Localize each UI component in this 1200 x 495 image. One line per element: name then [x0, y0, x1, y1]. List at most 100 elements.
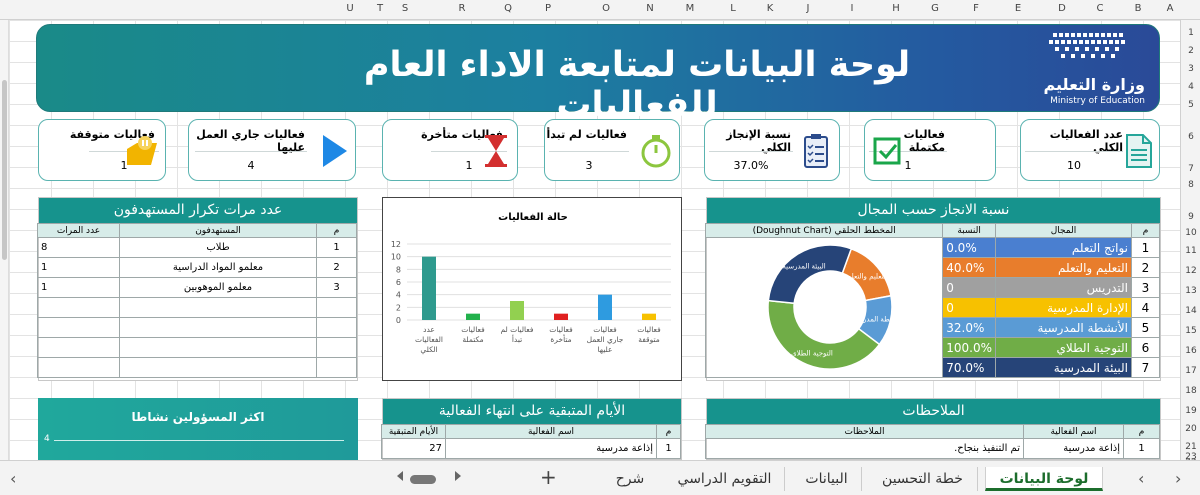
cell-count[interactable]	[37, 337, 120, 358]
cell-m[interactable]	[316, 337, 357, 358]
row-header[interactable]: 13	[1181, 286, 1200, 296]
cell-m[interactable]: 1	[1131, 237, 1160, 258]
row-header[interactable]: 16	[1181, 346, 1200, 356]
column-header[interactable]: F	[968, 3, 984, 14]
table-row[interactable]	[37, 357, 357, 378]
row-header[interactable]: 18	[1181, 386, 1200, 396]
tab-explanation[interactable]: شرح	[605, 467, 655, 491]
cell-field[interactable]: البيئة المدرسية	[995, 357, 1132, 378]
cell-target[interactable]	[119, 357, 317, 378]
cell-target[interactable]	[119, 317, 317, 338]
cell-m[interactable]: 6	[1131, 337, 1160, 358]
cell-count[interactable]	[37, 297, 120, 318]
cell-note[interactable]: تم التنفيذ بنجاح.	[705, 438, 1024, 459]
row-header[interactable]: 8	[1181, 180, 1200, 190]
column-header[interactable]: Q	[500, 3, 516, 14]
table-row[interactable]	[37, 317, 357, 338]
row-header[interactable]: 7	[1181, 164, 1200, 174]
cell-m[interactable]	[316, 317, 357, 338]
cell-field[interactable]: نواتج التعلم	[995, 237, 1132, 258]
column-header[interactable]: I	[844, 3, 860, 14]
row-header[interactable]: 10	[1181, 228, 1200, 238]
cell-count[interactable]: 1	[37, 277, 120, 298]
tab-scroll-prev[interactable]: ‹	[1138, 469, 1144, 488]
add-sheet-button[interactable]: +	[540, 465, 557, 489]
column-header[interactable]: A	[1162, 3, 1178, 14]
row-header[interactable]: 19	[1181, 406, 1200, 416]
cell-target[interactable]: معلمو الموهوبين	[119, 277, 317, 298]
cell-target[interactable]: معلمو المواد الدراسية	[119, 257, 317, 278]
row-header[interactable]: 3	[1181, 64, 1200, 74]
scrollbar-thumb[interactable]	[2, 80, 7, 260]
table-row[interactable]: 1 طلاب 8	[37, 237, 357, 258]
column-header[interactable]: E	[1010, 3, 1026, 14]
cell-m[interactable]: 5	[1131, 317, 1160, 338]
row-header[interactable]: 4	[1181, 82, 1200, 92]
table-row[interactable]: 2 معلمو المواد الدراسية 1	[37, 257, 357, 278]
column-header[interactable]: U	[342, 3, 358, 14]
cell-target[interactable]	[119, 297, 317, 318]
tab-data[interactable]: البيانات	[792, 467, 862, 491]
scroll-left-arrow-icon[interactable]	[397, 471, 403, 481]
row-header[interactable]: 14	[1181, 306, 1200, 316]
cell-ratio[interactable]: 70.0%	[942, 357, 996, 378]
cell-ratio[interactable]: 40.0%	[942, 257, 996, 278]
cell-ratio[interactable]: 0	[942, 277, 996, 298]
table-row[interactable]: 3 معلمو الموهوبين 1	[37, 277, 357, 298]
cell-target[interactable]	[119, 337, 317, 358]
horizontal-scroll-thumb[interactable]	[410, 475, 436, 484]
column-header[interactable]: S	[397, 3, 413, 14]
cell-field[interactable]: التعليم والتعلم	[995, 257, 1132, 278]
column-header[interactable]: M	[682, 3, 698, 14]
cell-count[interactable]: 1	[37, 257, 120, 278]
cell-ratio[interactable]: 0	[942, 297, 996, 318]
cell-m[interactable]: 1	[656, 438, 681, 459]
column-header[interactable]: T	[372, 3, 388, 14]
table-row[interactable]	[37, 337, 357, 358]
cell-m[interactable]: 3	[316, 277, 357, 298]
cell-m[interactable]: 1	[316, 237, 357, 258]
cell-count[interactable]	[37, 357, 120, 378]
column-header[interactable]: N	[642, 3, 658, 14]
cell-m[interactable]: 2	[316, 257, 357, 278]
column-header[interactable]: B	[1130, 3, 1146, 14]
cell-ratio[interactable]: 32.0%	[942, 317, 996, 338]
scroll-right-arrow-icon[interactable]	[455, 471, 461, 481]
cell-m[interactable]: 7	[1131, 357, 1160, 378]
column-header[interactable]: K	[762, 3, 778, 14]
tab-dashboard[interactable]: لوحة البيانات	[985, 467, 1103, 491]
cell-field[interactable]: الإدارة المدرسية	[995, 297, 1132, 318]
cell-field[interactable]: التدريس	[995, 277, 1132, 298]
cell-count[interactable]: 8	[37, 237, 120, 258]
column-header[interactable]: L	[725, 3, 741, 14]
table-row[interactable]: 1 إذاعة مدرسية تم التنفيذ بنجاح.	[705, 438, 1160, 459]
cell-name[interactable]: إذاعة مدرسية	[445, 438, 657, 459]
column-header[interactable]: C	[1092, 3, 1108, 14]
row-header[interactable]: 5	[1181, 100, 1200, 110]
column-header[interactable]: G	[927, 3, 943, 14]
cell-target[interactable]: طلاب	[119, 237, 317, 258]
tab-scroll-next[interactable]: ›	[1175, 469, 1181, 488]
vertical-scrollbar[interactable]	[0, 20, 9, 460]
cell-days[interactable]: 27	[381, 438, 446, 459]
table-row[interactable]	[37, 297, 357, 318]
cell-name[interactable]: إذاعة مدرسية	[1023, 438, 1124, 459]
column-header[interactable]: D	[1054, 3, 1070, 14]
cell-field[interactable]: التوجية الطلاي	[995, 337, 1132, 358]
column-header[interactable]: R	[454, 3, 470, 14]
cell-m[interactable]: 1	[1123, 438, 1160, 459]
row-header[interactable]: 20	[1181, 424, 1200, 434]
cell-m[interactable]: 4	[1131, 297, 1160, 318]
row-header[interactable]: 21	[1181, 442, 1200, 452]
cell-count[interactable]	[37, 317, 120, 338]
row-header[interactable]: 11	[1181, 246, 1200, 256]
tab-scroll-left[interactable]: ‹	[10, 469, 16, 488]
cell-m[interactable]	[316, 297, 357, 318]
row-header[interactable]: 15	[1181, 326, 1200, 336]
column-header[interactable]: H	[888, 3, 904, 14]
cell-ratio[interactable]: 0.0%	[942, 237, 996, 258]
tab-calendar[interactable]: التقويم الدراسي	[665, 467, 785, 491]
cell-field[interactable]: الأنشطة المدرسية	[995, 317, 1132, 338]
table-row[interactable]: 1 إذاعة مدرسية 27	[381, 438, 681, 459]
row-header[interactable]: 17	[1181, 366, 1200, 376]
